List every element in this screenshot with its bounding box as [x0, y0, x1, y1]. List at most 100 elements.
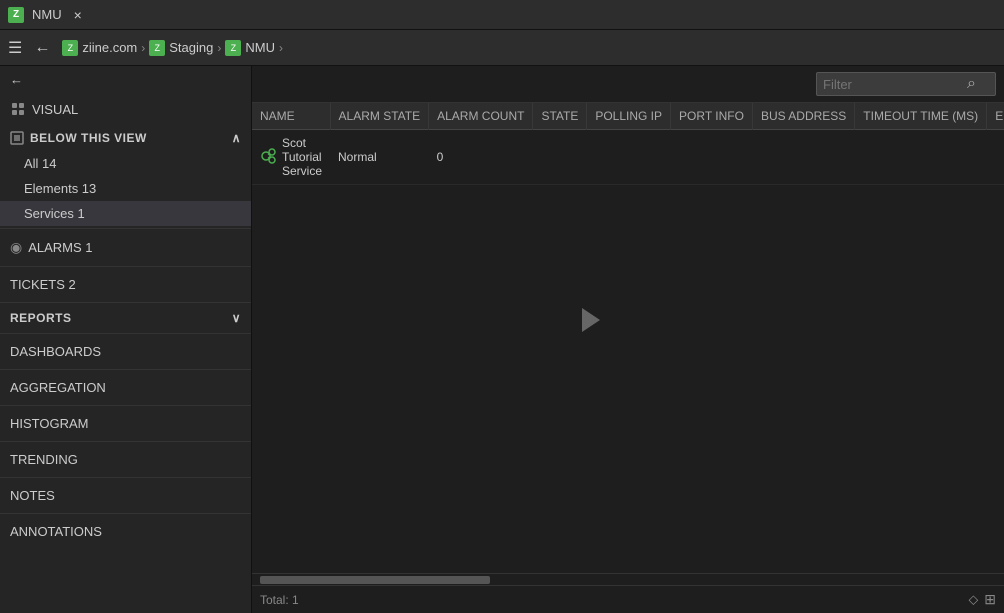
divider-1	[0, 228, 251, 229]
service-icon	[260, 147, 278, 168]
divider-3	[0, 302, 251, 303]
cell-timeout-ms	[855, 130, 987, 185]
nmu-icon: Z	[225, 40, 241, 56]
divider-4	[0, 333, 251, 334]
total-count: Total: 1	[260, 593, 299, 607]
filter-input[interactable]	[823, 77, 963, 92]
col-alarm-state: ALARM STATE	[330, 103, 429, 130]
cell-name: Scot Tutorial Service	[252, 130, 330, 185]
sidebar-back-button[interactable]: ←	[0, 66, 251, 93]
breadcrumb-bar: ☰ ← Z ziine.com › Z Staging › Z NMU ›	[0, 30, 1004, 66]
sidebar-histogram-section[interactable]: HISTOGRAM	[0, 408, 251, 439]
cell-polling-ip	[587, 130, 671, 185]
sidebar-below-this-view[interactable]: BELOW THIS VIEW ∧	[0, 125, 251, 151]
ziine-icon: Z	[62, 40, 78, 56]
below-this-view-label: BELOW THIS VIEW	[30, 131, 147, 145]
reports-expand-icon[interactable]: ∨	[232, 311, 241, 325]
breadcrumb-ziine[interactable]: Z ziine.com ›	[62, 40, 145, 56]
divider-2	[0, 266, 251, 267]
services-table: NAME ALARM STATE ALARM COUNT STATE POLLI…	[252, 103, 1004, 185]
chevron-icon: ›	[141, 41, 145, 55]
col-polling-ip: POLLING IP	[587, 103, 671, 130]
content-toolbar: ⌕	[252, 66, 1004, 103]
services-label: Services 1	[24, 206, 85, 221]
sidebar-annotations-section[interactable]: ANNOTATIONS	[0, 516, 251, 547]
filter-icon[interactable]: ⬦	[968, 591, 978, 608]
divider-5	[0, 369, 251, 370]
below-view-icon	[10, 131, 24, 145]
sidebar-notes-section[interactable]: NOTES	[0, 480, 251, 511]
divider-9	[0, 513, 251, 514]
sidebar-dashboards-section[interactable]: DASHBOARDS	[0, 336, 251, 367]
chevron-icon-3: ›	[279, 41, 283, 55]
all-label: All 14	[24, 156, 57, 171]
aggregation-label: AGGREGATION	[10, 380, 106, 395]
cell-port-info	[671, 130, 753, 185]
close-icon[interactable]: ×	[74, 7, 82, 23]
scrollbar-thumb[interactable]	[260, 576, 490, 584]
visual-icon	[10, 101, 26, 117]
menu-icon[interactable]: ☰	[8, 38, 22, 58]
search-icon: ⌕	[967, 75, 976, 93]
trending-label: TRENDING	[10, 452, 78, 467]
back-arrow-icon: ←	[10, 72, 23, 87]
sidebar-item-elements[interactable]: Elements 13	[0, 176, 251, 201]
service-name: Scot Tutorial Service	[282, 136, 322, 178]
col-el: EL	[987, 103, 1004, 130]
title-bar: Z NMU ×	[0, 0, 1004, 30]
filter-input-wrapper[interactable]: ⌕	[816, 72, 996, 96]
visual-label: VISUAL	[32, 102, 78, 117]
alarms-radio-icon: ◉	[10, 239, 22, 256]
col-bus-address: BUS ADDRESS	[752, 103, 854, 130]
table-container: NAME ALARM STATE ALARM COUNT STATE POLLI…	[252, 103, 1004, 573]
col-state: STATE	[533, 103, 587, 130]
divider-6	[0, 405, 251, 406]
app-icon: Z	[8, 7, 24, 23]
grid-icon[interactable]: ⊞	[984, 591, 996, 608]
sidebar-item-all[interactable]: All 14	[0, 151, 251, 176]
sidebar-reports-section[interactable]: REPORTS ∨	[0, 305, 251, 331]
col-timeout-ms: TIMEOUT TIME (MS)	[855, 103, 987, 130]
cell-bus-address	[752, 130, 854, 185]
app-title: NMU	[32, 7, 62, 22]
sidebar-trending-section[interactable]: TRENDING	[0, 444, 251, 475]
cell-state	[533, 130, 587, 185]
status-bar: Total: 1 ⬦ ⊞	[252, 585, 1004, 613]
sidebar: ← VISUAL BELOW THIS VIEW	[0, 66, 252, 613]
elements-label: Elements 13	[24, 181, 96, 196]
histogram-label: HISTOGRAM	[10, 416, 89, 431]
cell-alarm-count: 0	[429, 130, 533, 185]
divider-7	[0, 441, 251, 442]
col-name: NAME	[252, 103, 330, 130]
alarms-label: ALARMS 1	[28, 240, 92, 255]
sidebar-aggregation-section[interactable]: AGGREGATION	[0, 372, 251, 403]
breadcrumb-nmu-label: NMU	[245, 40, 275, 55]
table-row[interactable]: Scot Tutorial Service Normal 0	[252, 130, 1004, 185]
content-area: ⌕ NAME ALARM STATE ALARM COUNT STATE POL…	[252, 66, 1004, 613]
sidebar-visual-section[interactable]: VISUAL	[0, 93, 251, 125]
play-button[interactable]	[582, 308, 600, 332]
back-button[interactable]: ←	[34, 39, 50, 57]
table-header-row: NAME ALARM STATE ALARM COUNT STATE POLLI…	[252, 103, 1004, 130]
dashboards-label: DASHBOARDS	[10, 344, 101, 359]
annotations-label: ANNOTATIONS	[10, 524, 102, 539]
chevron-icon-2: ›	[217, 41, 221, 55]
sidebar-item-services[interactable]: Services 1	[0, 201, 251, 226]
divider-8	[0, 477, 251, 478]
col-port-info: PORT INFO	[671, 103, 753, 130]
sidebar-tickets-section[interactable]: TICKETS 2	[0, 269, 251, 300]
tickets-label: TICKETS 2	[10, 277, 76, 292]
reports-label: REPORTS	[10, 311, 72, 325]
cell-el	[987, 130, 1004, 185]
breadcrumb-staging-label: Staging	[169, 40, 213, 55]
breadcrumb-nmu[interactable]: Z NMU ›	[225, 40, 283, 56]
sidebar-alarms-section[interactable]: ◉ ALARMS 1	[0, 231, 251, 264]
horizontal-scrollbar[interactable]	[252, 573, 1004, 585]
breadcrumb-staging[interactable]: Z Staging ›	[149, 40, 221, 56]
notes-label: NOTES	[10, 488, 55, 503]
status-icons: ⬦ ⊞	[968, 591, 996, 608]
collapse-icon[interactable]: ∧	[232, 131, 241, 145]
col-alarm-count: ALARM COUNT	[429, 103, 533, 130]
cell-alarm-state: Normal	[330, 130, 429, 185]
breadcrumb-ziine-label: ziine.com	[82, 40, 137, 55]
